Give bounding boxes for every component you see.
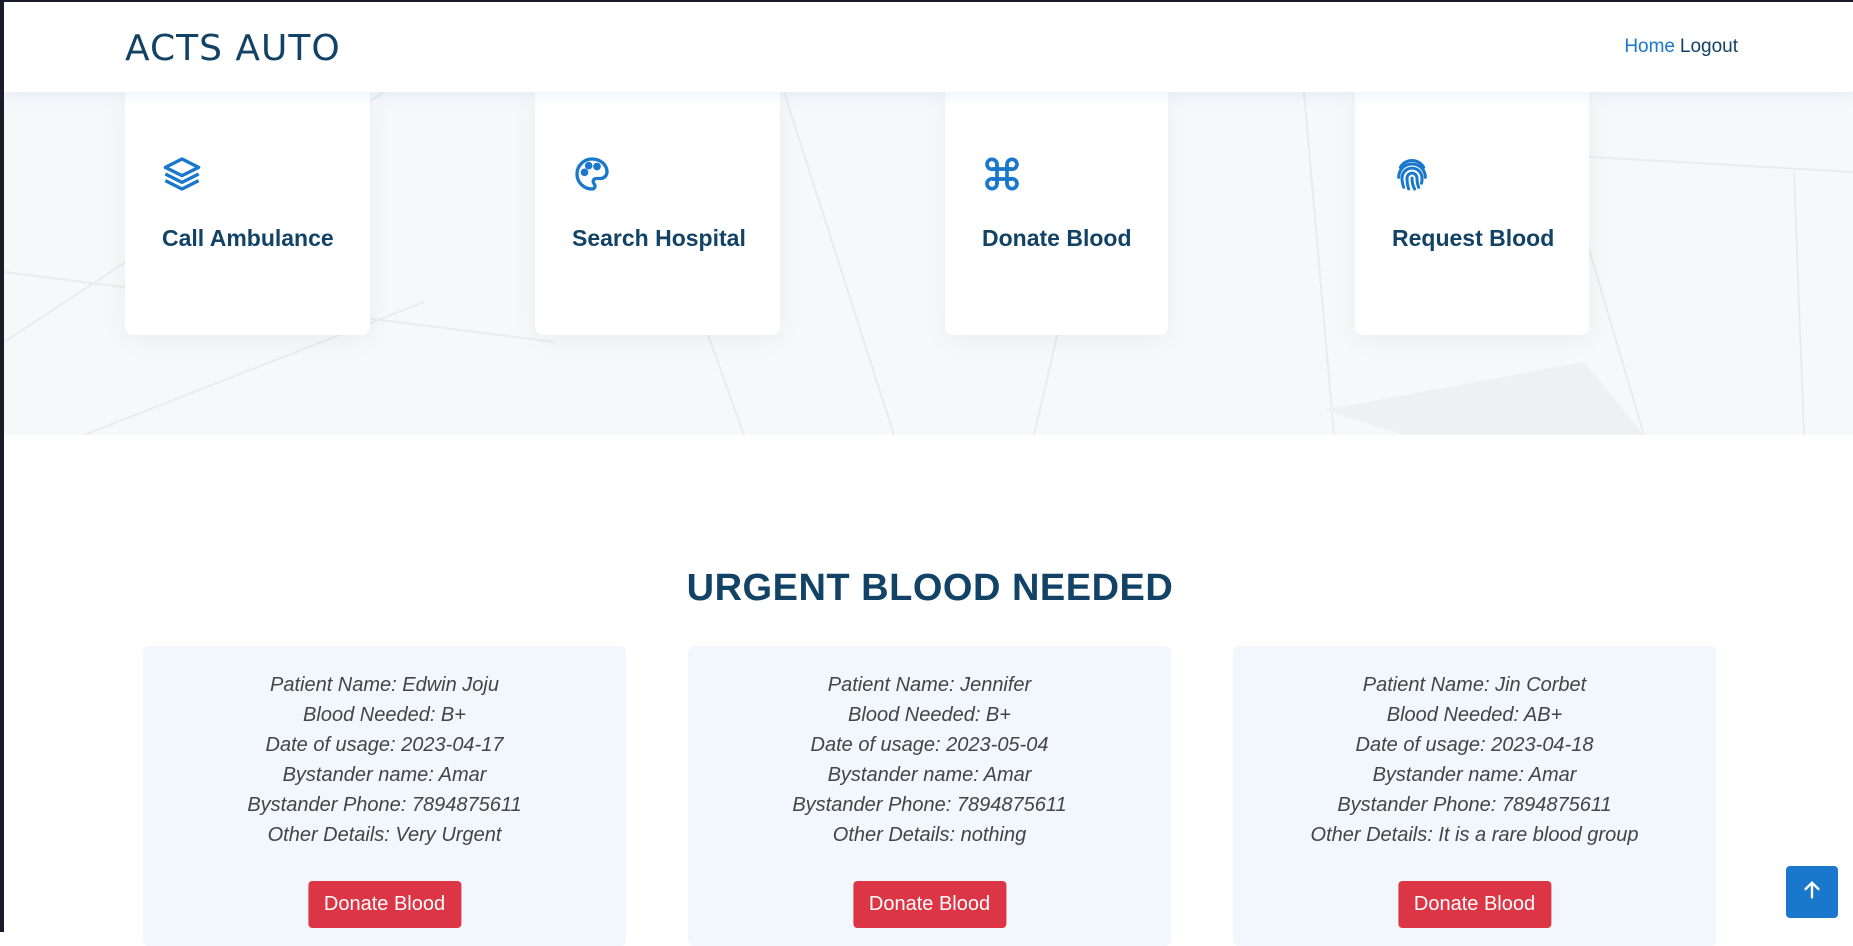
site-header: ACTS AUTO Home Logout [4, 2, 1853, 92]
section-title: URGENT BLOOD NEEDED [686, 566, 1174, 609]
feature-label: Request Blood [1392, 225, 1555, 251]
blood-needed: Blood Needed: B+ [848, 704, 1011, 726]
blood-request-card: Patient Name: Edwin Joju Blood Needed: B… [143, 646, 626, 946]
site-logo[interactable]: ACTS AUTO [125, 28, 341, 69]
bystander-phone: Bystander Phone: 7894875611 [792, 794, 1067, 816]
feature-label: Donate Blood [982, 225, 1132, 251]
bystander-name: Bystander name: Amar [827, 764, 1032, 786]
bystander-name: Bystander name: Amar [1372, 764, 1577, 786]
bystander-phone: Bystander Phone: 7894875611 [247, 794, 522, 816]
date-of-usage: Date of usage: 2023-05-04 [810, 734, 1049, 756]
other-details: Other Details: nothing [832, 824, 1027, 846]
nav-logout-link[interactable]: Logout [1680, 36, 1738, 58]
command-icon [982, 154, 1022, 194]
patient-name: Patient Name: Jennifer [827, 674, 1032, 696]
feature-card-call-ambulance[interactable]: Call Ambulance [125, 92, 370, 335]
donate-blood-button[interactable]: Donate Blood [852, 881, 1007, 928]
patient-name: Patient Name: Jin Corbet [1362, 674, 1587, 696]
feature-card-search-hospital[interactable]: Search Hospital [535, 92, 780, 335]
patient-name: Patient Name: Edwin Joju [269, 674, 499, 696]
feature-card-donate-blood[interactable]: Donate Blood [945, 92, 1168, 335]
blood-request-card: Patient Name: Jennifer Blood Needed: B+ … [688, 646, 1171, 946]
date-of-usage: Date of usage: 2023-04-18 [1355, 734, 1594, 756]
layers-icon [162, 154, 202, 194]
palette-icon [572, 154, 612, 194]
date-of-usage: Date of usage: 2023-04-17 [265, 734, 504, 756]
donate-blood-button[interactable]: Donate Blood [1397, 881, 1552, 928]
window-left-border [0, 0, 4, 932]
blood-needed: Blood Needed: AB+ [1386, 704, 1563, 726]
feature-label: Search Hospital [572, 225, 746, 251]
arrow-up-icon [1801, 879, 1823, 905]
feature-label: Call Ambulance [162, 225, 334, 251]
other-details: Other Details: Very Urgent [267, 824, 502, 846]
window-top-border [0, 0, 1853, 2]
blood-request-card: Patient Name: Jin Corbet Blood Needed: A… [1233, 646, 1716, 946]
bystander-name: Bystander name: Amar [282, 764, 487, 786]
back-to-top-button[interactable] [1786, 866, 1838, 918]
feature-card-request-blood[interactable]: Request Blood [1355, 92, 1589, 335]
other-details: Other Details: It is a rare blood group [1310, 824, 1639, 846]
bystander-phone: Bystander Phone: 7894875611 [1337, 794, 1612, 816]
blood-needed: Blood Needed: B+ [303, 704, 466, 726]
nav-home-link[interactable]: Home [1624, 36, 1675, 58]
fingerprint-icon [1392, 154, 1432, 194]
donate-blood-button[interactable]: Donate Blood [307, 881, 462, 928]
